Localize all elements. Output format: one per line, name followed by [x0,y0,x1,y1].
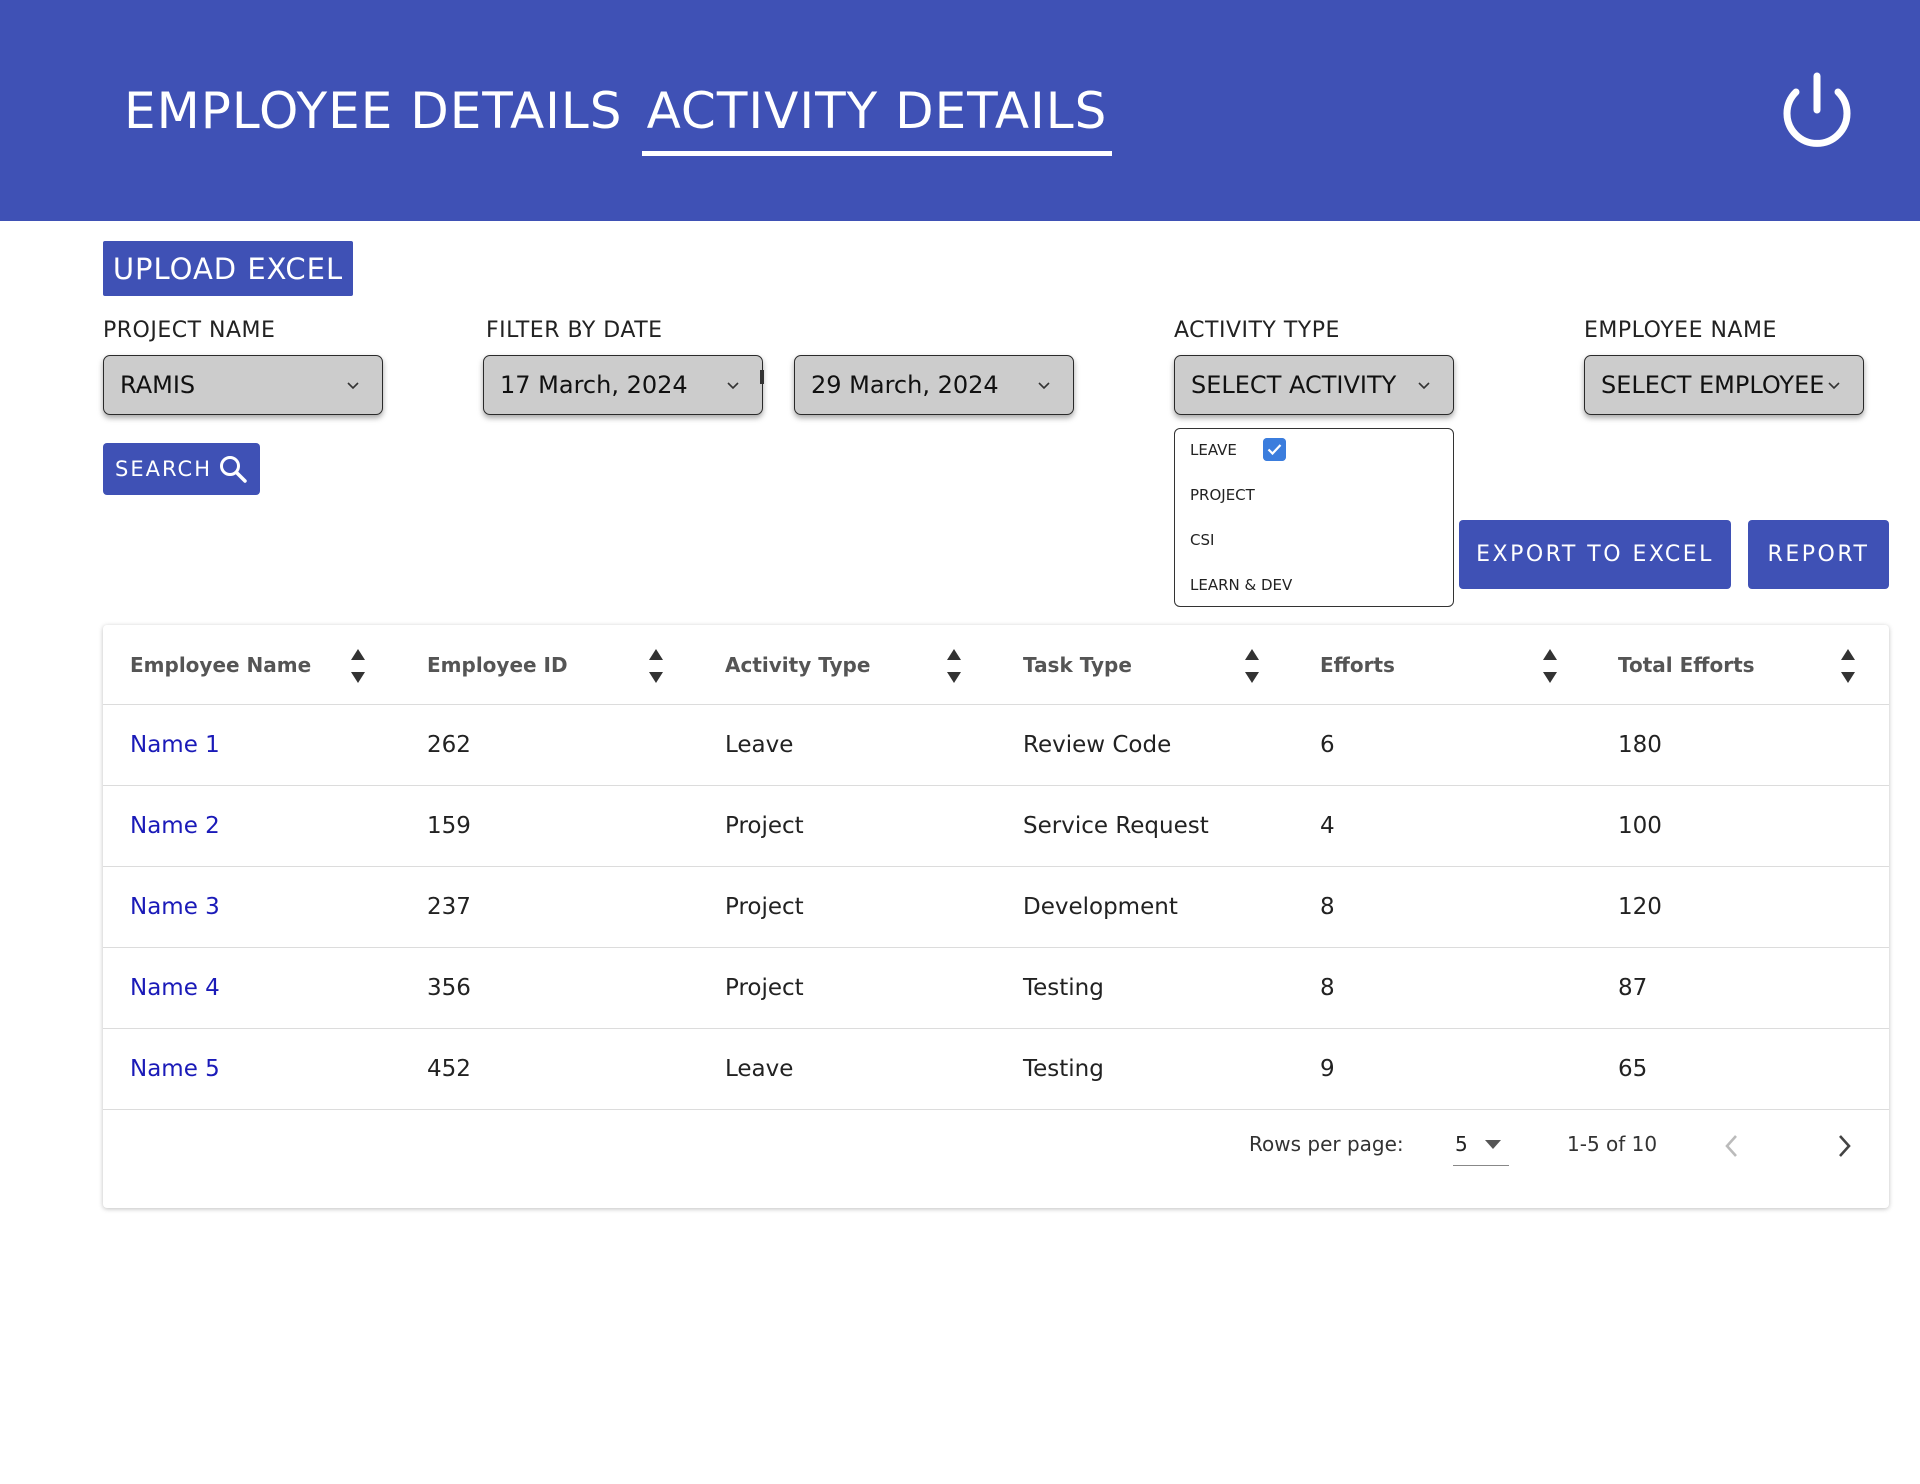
efforts-cell: 8 [1320,975,1335,1001]
activity-type-select[interactable]: SELECT ACTIVITY [1174,355,1454,415]
option-label: LEARN & DEV [1190,576,1293,594]
employee-id-cell: 159 [427,813,471,839]
task-type-cell: Testing [1023,975,1104,1001]
activity-option-leave[interactable]: LEAVE [1190,439,1237,461]
employee-name-link[interactable]: Name 1 [130,705,220,786]
column-employee-id[interactable]: Employee ID [427,625,568,705]
sort-icon[interactable] [1541,647,1559,685]
activity-type-label: ACTIVITY TYPE [1174,318,1340,343]
employee-name-select[interactable]: SELECT EMPLOYEE [1584,355,1864,415]
table-header: Employee Name Employee ID Activity Type … [103,625,1889,705]
efforts-cell: 4 [1320,813,1335,839]
date-to-select[interactable]: 29 March, 2024 [794,355,1074,415]
activity-table: Employee Name Employee ID Activity Type … [103,625,1889,1208]
sort-icon[interactable] [945,647,963,685]
table-row: Name 4 356 Project Testing 8 87 [103,948,1889,1029]
efforts-cell: 8 [1320,894,1335,920]
activity-option-project[interactable]: PROJECT [1190,484,1255,506]
chevron-down-icon [1828,382,1840,390]
chevron-right-icon[interactable] [1833,1132,1855,1160]
column-task-type[interactable]: Task Type [1023,625,1132,705]
date-to-value: 29 March, 2024 [811,371,999,399]
employee-name-link[interactable]: Name 5 [130,1029,220,1110]
chevron-left-icon[interactable] [1721,1132,1743,1160]
sort-icon[interactable] [1243,647,1261,685]
total-efforts-cell: 100 [1618,813,1662,839]
option-label: CSI [1190,531,1215,549]
task-type-cell: Development [1023,894,1178,920]
task-type-cell: Review Code [1023,732,1172,758]
employee-name-link[interactable]: Name 2 [130,786,220,867]
task-type-cell: Service Request [1023,813,1209,839]
caret-down-icon[interactable] [1485,1140,1501,1150]
table-row: Name 3 237 Project Development 8 120 [103,867,1889,948]
total-efforts-cell: 87 [1618,975,1648,1001]
employee-name-label: EMPLOYEE NAME [1584,318,1777,343]
activity-type-value: SELECT ACTIVITY [1191,371,1397,399]
export-to-excel-button[interactable]: EXPORT TO EXCEL [1459,520,1731,589]
task-type-cell: Testing [1023,1056,1104,1082]
sort-icon[interactable] [1839,647,1857,685]
project-name-value: RAMIS [120,371,196,399]
employee-name-value: SELECT EMPLOYEE [1601,371,1825,399]
activity-type-cell: Project [725,894,804,920]
project-name-label: PROJECT NAME [103,318,276,343]
search-button-label: SEARCH [115,457,212,481]
employee-id-cell: 356 [427,975,471,1001]
app-header: EMPLOYEE DETAILS ACTIVITY DETAILS [0,0,1920,221]
activity-option-csi[interactable]: CSI [1190,529,1214,551]
employee-id-cell: 452 [427,1056,471,1082]
activity-type-cell: Project [725,813,804,839]
date-from-value: 17 March, 2024 [500,371,688,399]
date-separator [760,370,764,384]
efforts-cell: 6 [1320,732,1335,758]
total-efforts-cell: 120 [1618,894,1662,920]
chevron-down-icon [347,382,359,390]
search-button[interactable]: SEARCH [103,443,260,495]
employee-name-link[interactable]: Name 3 [130,867,220,948]
activity-type-dropdown: LEAVE PROJECT CSI LEARN & DEV [1174,428,1454,607]
chevron-down-icon [1418,382,1430,390]
date-from-select[interactable]: 17 March, 2024 [483,355,763,415]
column-total-efforts[interactable]: Total Efforts [1618,625,1755,705]
power-icon[interactable] [1774,70,1860,156]
tab-employee-details[interactable]: EMPLOYEE DETAILS [124,76,623,156]
efforts-cell: 9 [1320,1056,1335,1082]
report-button[interactable]: REPORT [1748,520,1889,589]
table-row: Name 2 159 Project Service Request 4 100 [103,786,1889,867]
filter-by-date-label: FILTER BY DATE [486,318,663,343]
total-efforts-cell: 180 [1618,732,1662,758]
option-label: LEAVE [1190,441,1237,459]
activity-type-cell: Leave [725,1056,794,1082]
total-efforts-cell: 65 [1618,1056,1648,1082]
pagination-range: 1-5 of 10 [1567,1132,1658,1156]
chevron-down-icon [1038,382,1050,390]
option-label: PROJECT [1190,486,1255,504]
employee-id-cell: 237 [427,894,471,920]
column-activity-type[interactable]: Activity Type [725,625,870,705]
employee-id-cell: 262 [427,732,471,758]
activity-type-cell: Leave [725,732,794,758]
sort-icon[interactable] [647,647,665,685]
table-row: Name 5 452 Leave Testing 9 65 [103,1029,1889,1110]
tab-activity-details[interactable]: ACTIVITY DETAILS [642,76,1112,156]
chevron-down-icon [727,382,739,390]
column-employee-name[interactable]: Employee Name [130,625,311,705]
table-row: Name 1 262 Leave Review Code 6 180 [103,705,1889,786]
project-name-select[interactable]: RAMIS [103,355,383,415]
employee-name-link[interactable]: Name 4 [130,948,220,1029]
rows-per-page-label: Rows per page: [1249,1132,1404,1156]
checkbox-checked-icon[interactable] [1263,438,1286,461]
activity-type-cell: Project [725,975,804,1001]
column-efforts[interactable]: Efforts [1320,625,1395,705]
activity-option-learn-dev[interactable]: LEARN & DEV [1190,574,1292,596]
upload-excel-button[interactable]: UPLOAD EXCEL [103,241,353,296]
search-icon [219,456,247,483]
table-pagination: Rows per page: 5 1-5 of 10 [103,1110,1889,1190]
sort-icon[interactable] [349,647,367,685]
